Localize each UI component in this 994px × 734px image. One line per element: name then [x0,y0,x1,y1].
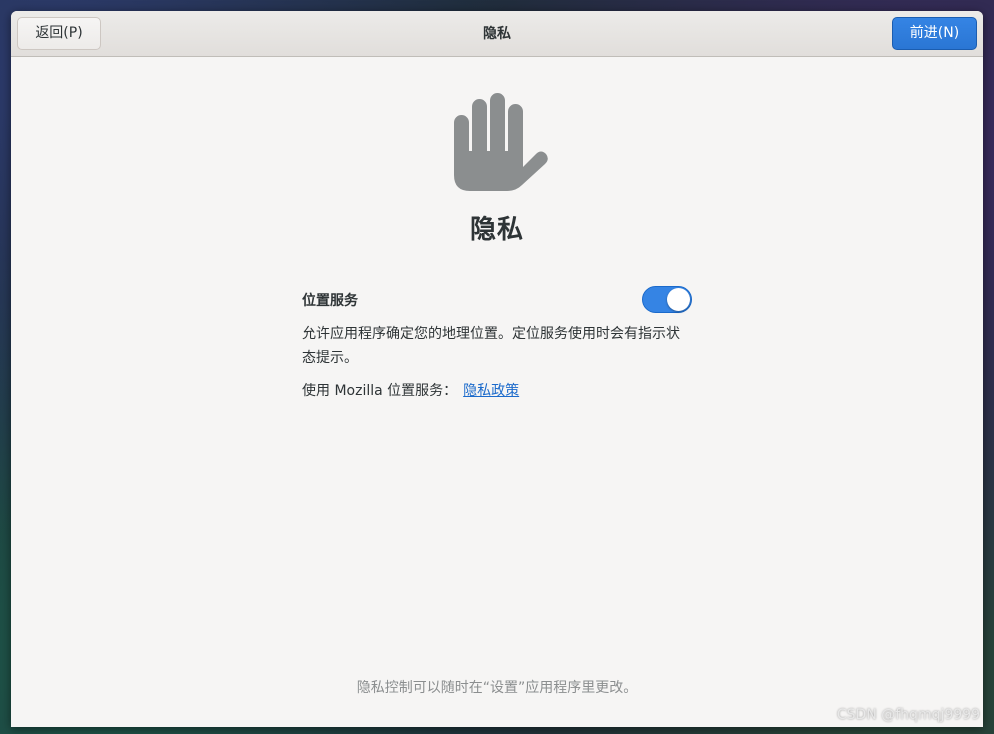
next-button[interactable]: 前进(N) [892,17,977,50]
watermark: CSDN @fhqmqj9999 [836,707,980,723]
hand-stop-icon [454,93,548,191]
location-description: 允许应用程序确定您的地理位置。定位服务使用时会有指示状态提示。 [302,326,680,366]
toggle-knob [667,288,690,311]
header-title: 隐私 [483,26,511,42]
page-title: 隐私 [469,215,524,245]
mozilla-location-text: 使用 Mozilla 位置服务： [302,383,458,399]
location-services-label: 位置服务 [302,293,358,309]
mozilla-location-row: 使用 Mozilla 位置服务： 隐私政策 [302,379,692,403]
header-bar: 返回(P) 隐私 前进(N) [11,11,983,57]
setup-window: 返回(P) 隐私 前进(N) 隐私 位置服务 允许应用程序确定您的地理位置。定位… [11,11,983,727]
location-services-row: 位置服务 [302,286,692,314]
privacy-content: 位置服务 允许应用程序确定您的地理位置。定位服务使用时会有指示状态提示。 使用 … [302,286,692,403]
privacy-policy-link[interactable]: 隐私政策 [463,383,519,399]
location-services-toggle[interactable] [642,286,692,313]
footer-note: 隐私控制可以随时在“设置”应用程序里更改。 [356,680,638,696]
